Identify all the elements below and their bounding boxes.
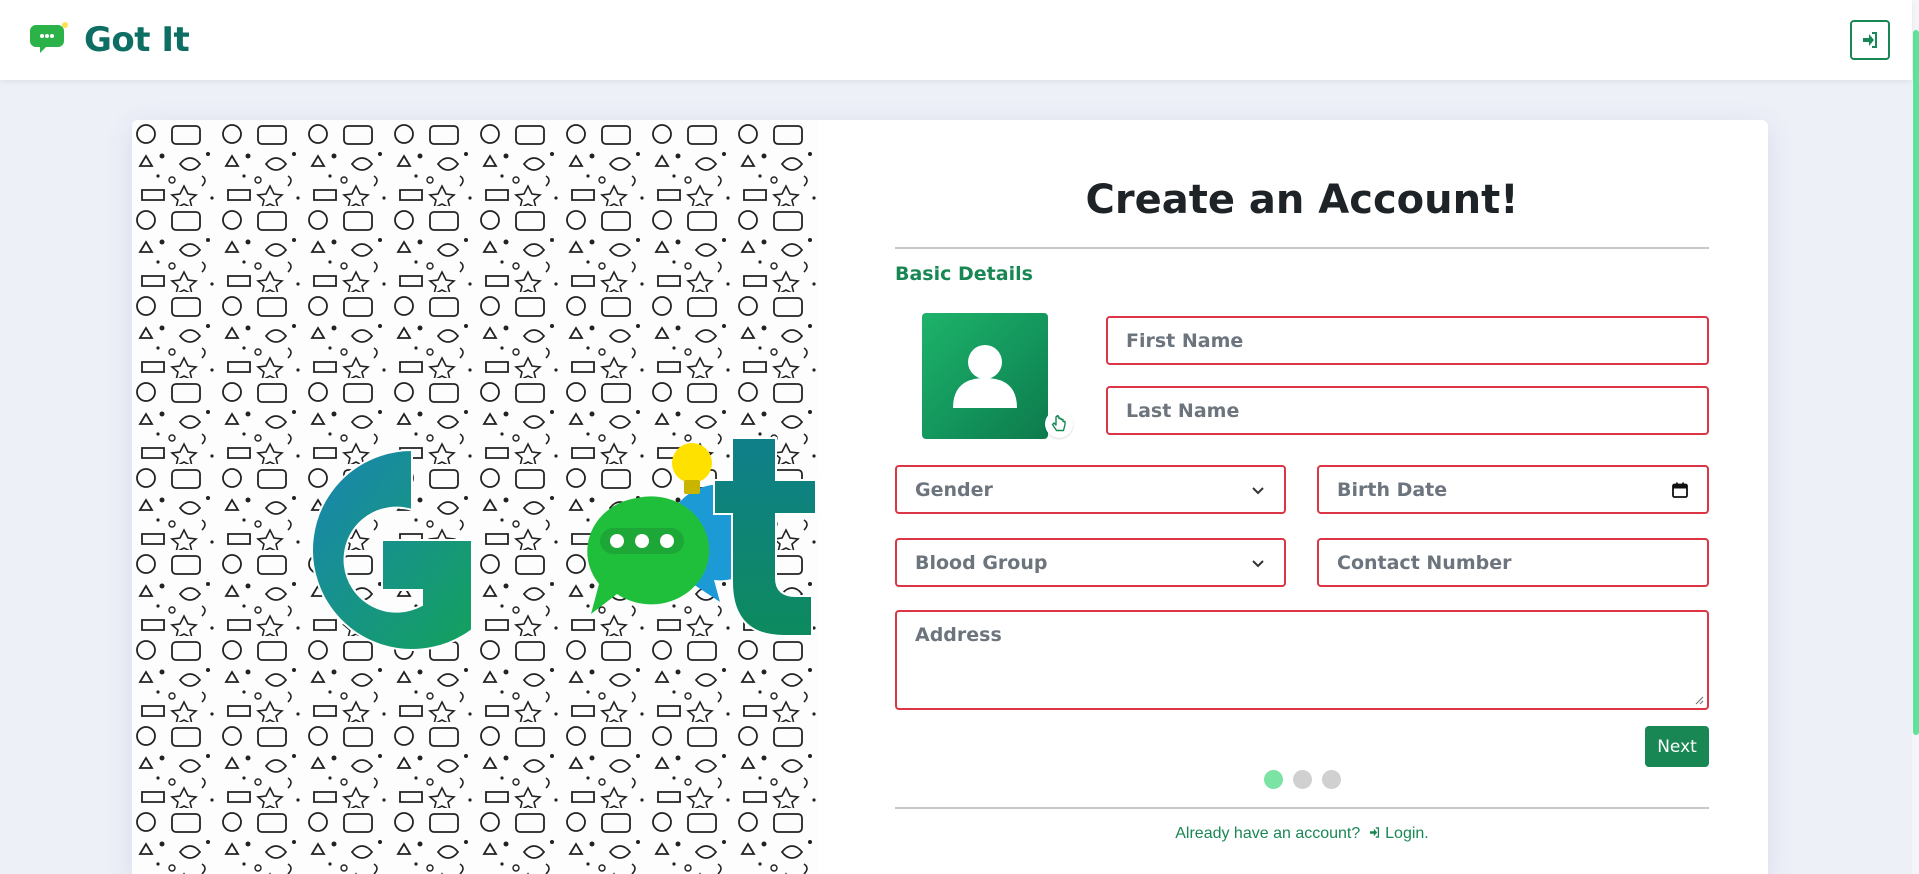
sign-in-icon	[1863, 32, 1877, 48]
first-name-placeholder: First Name	[1126, 329, 1244, 352]
signup-card: Create an Account! Basic Details First N…	[132, 120, 1768, 874]
contact-number-input[interactable]: Contact Number	[1317, 538, 1709, 587]
blood-group-select[interactable]: Blood Group	[895, 538, 1286, 587]
address-textarea[interactable]: Address	[895, 610, 1709, 710]
next-button[interactable]: Next	[1645, 726, 1709, 767]
step-dot-2	[1292, 770, 1312, 789]
contact-number-placeholder: Contact Number	[1337, 551, 1512, 574]
blood-group-selected: Blood Group	[915, 551, 1048, 574]
top-navbar: Got It	[0, 0, 1912, 80]
scrollbar-thumb[interactable]	[1913, 30, 1919, 735]
login-button[interactable]	[1850, 20, 1890, 60]
sign-in-icon	[1369, 827, 1379, 838]
page-title: Create an Account!	[1085, 177, 1519, 223]
step-dot-3	[1321, 770, 1341, 789]
divider	[895, 807, 1709, 809]
login-link[interactable]: Login.	[1365, 825, 1429, 842]
login-link-label[interactable]: Login.	[1385, 825, 1429, 842]
divider	[895, 247, 1709, 249]
birth-date-placeholder: Birth Date	[1337, 478, 1448, 501]
gender-selected: Gender	[915, 478, 993, 501]
user-icon	[953, 345, 1017, 408]
resize-handle-icon[interactable]	[1694, 695, 1704, 705]
chevron-down-icon	[1252, 486, 1264, 494]
first-name-input[interactable]: First Name	[1106, 316, 1709, 365]
calendar-icon[interactable]	[1671, 481, 1689, 499]
gender-select[interactable]: Gender	[895, 465, 1286, 514]
login-prompt-text: Already have an account?	[1175, 825, 1361, 842]
hand-pointer-icon[interactable]	[1045, 410, 1073, 438]
step-dot-1	[1263, 770, 1283, 789]
address-placeholder: Address	[915, 624, 1002, 646]
last-name-placeholder: Last Name	[1126, 399, 1240, 422]
signup-form: Create an Account! Basic Details First N…	[895, 120, 1709, 874]
last-name-input[interactable]: Last Name	[1106, 386, 1709, 435]
birth-date-input[interactable]: Birth Date	[1317, 465, 1709, 514]
chevron-down-icon	[1252, 559, 1264, 567]
brand-name: Got It	[84, 20, 190, 60]
step-indicator	[895, 770, 1709, 789]
login-prompt: Already have an account? Login.	[895, 825, 1709, 843]
section-label: Basic Details	[895, 263, 1033, 285]
doodle-illustration	[132, 120, 819, 874]
page-scrollbar[interactable]	[1912, 0, 1919, 874]
avatar-upload[interactable]	[922, 313, 1048, 439]
chat-logo-icon	[30, 19, 72, 61]
brand[interactable]: Got It	[30, 19, 190, 61]
